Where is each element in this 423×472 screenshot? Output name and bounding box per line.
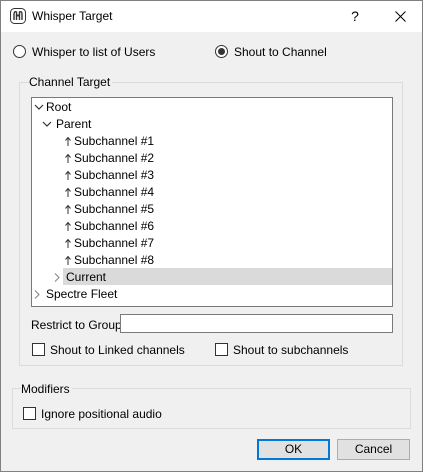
tree-item-label: Subchannel #4 — [74, 185, 155, 199]
cancel-button[interactable]: Cancel — [337, 439, 410, 460]
chevron-down-icon — [34, 104, 44, 110]
tree-item-subchannel-5[interactable]: Subchannel #5 — [32, 201, 392, 218]
tree-item-label: Subchannel #8 — [74, 253, 155, 267]
window-title: Whisper Target — [32, 9, 113, 23]
linked-up-arrow-icon — [65, 238, 71, 248]
chevron-right-icon — [34, 290, 40, 299]
close-icon — [395, 11, 406, 22]
linked-up-arrow-icon — [65, 221, 71, 231]
channel-tree[interactable]: Root Parent Subchannel #1 Subchannel #2 … — [31, 97, 393, 307]
chevron-down-icon — [42, 121, 52, 127]
restrict-group-input[interactable] — [120, 314, 393, 333]
linked-up-arrow-icon — [65, 204, 71, 214]
shout-channel-radio[interactable] — [215, 45, 228, 58]
modifiers-title: Modifiers — [21, 382, 72, 396]
whisper-users-label[interactable]: Whisper to list of Users — [32, 45, 155, 59]
tree-item-spectre-fleet[interactable]: Spectre Fleet — [32, 286, 392, 303]
shout-linked-checkbox[interactable] — [32, 343, 45, 356]
tree-item-subchannel-4[interactable]: Subchannel #4 — [32, 184, 392, 201]
tree-item-subchannel-3[interactable]: Subchannel #3 — [32, 167, 392, 184]
tree-item-subchannel-2[interactable]: Subchannel #2 — [32, 150, 392, 167]
tree-item-label: Subchannel #5 — [74, 202, 155, 216]
tree-item-subchannel-7[interactable]: Subchannel #7 — [32, 235, 392, 252]
shout-linked-label[interactable]: Shout to Linked channels — [50, 343, 185, 357]
tree-item-label: Root — [46, 100, 72, 114]
ok-button[interactable]: OK — [257, 439, 330, 460]
tree-item-label: Subchannel #6 — [74, 219, 155, 233]
tree-item-label: Current — [66, 270, 107, 284]
tree-item-label: Spectre Fleet — [46, 287, 118, 301]
whisper-target-dialog: Whisper Target ? Whisper to list of User… — [0, 0, 423, 472]
chevron-right-icon — [54, 273, 60, 282]
tree-item-root[interactable]: Root — [32, 99, 392, 116]
linked-up-arrow-icon — [65, 255, 71, 265]
tree-item-subchannel-1[interactable]: Subchannel #1 — [32, 133, 392, 150]
whisper-users-radio[interactable] — [13, 45, 26, 58]
shout-subchannels-checkbox[interactable] — [215, 343, 228, 356]
tree-item-subchannel-6[interactable]: Subchannel #6 — [32, 218, 392, 235]
shout-subchannels-label[interactable]: Shout to subchannels — [233, 343, 348, 357]
tree-item-label: Subchannel #7 — [74, 236, 155, 250]
tree-item-label: Subchannel #1 — [74, 134, 155, 148]
ignore-positional-label[interactable]: Ignore positional audio — [41, 407, 162, 421]
tree-item-label: Subchannel #3 — [74, 168, 155, 182]
tree-item-subchannel-8[interactable]: Subchannel #8 — [32, 252, 392, 269]
close-button[interactable] — [379, 1, 422, 32]
linked-up-arrow-icon — [65, 153, 71, 163]
shout-channel-label[interactable]: Shout to Channel — [234, 45, 327, 59]
ignore-positional-checkbox[interactable] — [23, 407, 36, 420]
help-button[interactable]: ? — [337, 1, 373, 32]
tree-item-label: Subchannel #2 — [74, 151, 155, 165]
tree-item-parent[interactable]: Parent — [32, 116, 392, 133]
tree-item-current[interactable]: Current — [32, 269, 392, 286]
linked-up-arrow-icon — [65, 187, 71, 197]
title-bar: Whisper Target ? — [1, 1, 422, 32]
restrict-group-label: Restrict to Group — [31, 318, 122, 332]
tree-item-label: Parent — [56, 117, 92, 131]
mumble-app-icon — [10, 8, 26, 24]
linked-up-arrow-icon — [65, 170, 71, 180]
channel-target-title: Channel Target — [29, 75, 113, 89]
linked-up-arrow-icon — [65, 136, 71, 146]
